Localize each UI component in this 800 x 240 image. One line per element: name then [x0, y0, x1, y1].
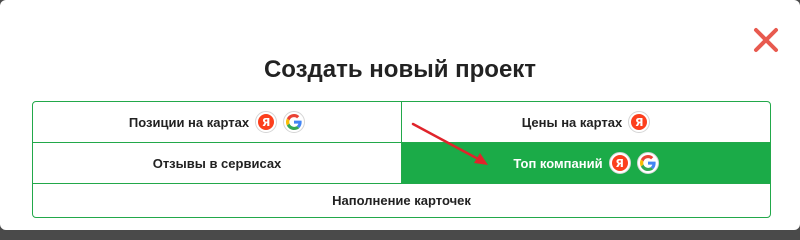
option-service-reviews[interactable]: Отзывы в сервисах: [33, 143, 402, 184]
close-icon: [754, 28, 778, 52]
yandex-icon: Я: [628, 111, 651, 133]
option-label: Наполнение карточек: [332, 193, 471, 208]
option-label: Позиции на картах: [128, 114, 250, 130]
project-type-grid: Позиции на картах Я Цены на картах Я Отз…: [32, 101, 771, 218]
create-project-modal: Создать новый проект Позиции на картах Я…: [0, 0, 800, 230]
option-map-prices[interactable]: Цены на картах Я: [402, 102, 770, 143]
option-top-companies[interactable]: Топ компаний Я: [402, 143, 770, 184]
google-icon: [636, 152, 659, 174]
option-label: Топ компаний: [513, 155, 603, 171]
option-label: Отзывы в сервисах: [152, 155, 282, 171]
google-icon: [283, 111, 306, 133]
close-button[interactable]: [752, 26, 780, 54]
option-label: Цены на картах: [521, 114, 623, 130]
yandex-icon: Я: [255, 111, 278, 133]
option-map-positions[interactable]: Позиции на картах Я: [33, 102, 402, 143]
yandex-icon: Я: [608, 152, 631, 174]
modal-title: Создать новый проект: [263, 56, 537, 83]
option-card-filling[interactable]: Наполнение карточек: [33, 184, 770, 217]
